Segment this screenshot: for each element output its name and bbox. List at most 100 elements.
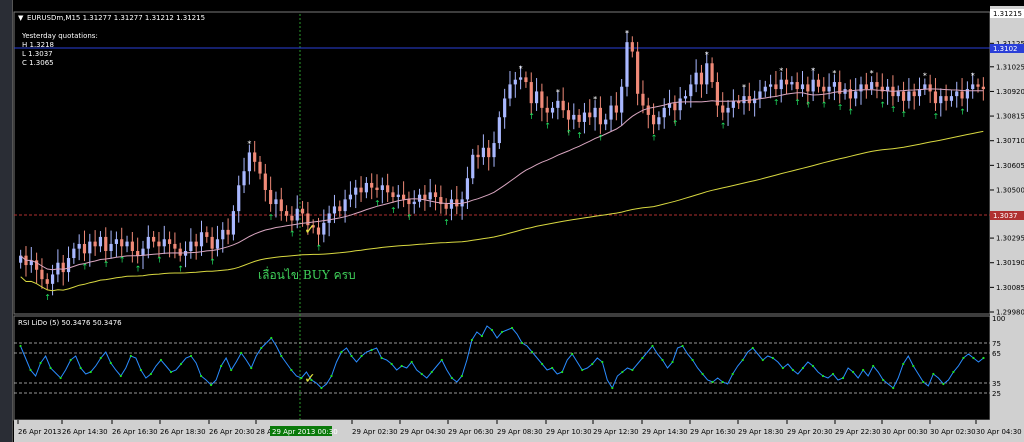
rsi-tick-label: 75 — [992, 340, 1001, 348]
rsi-point — [39, 361, 42, 365]
time-tick-label: 26 Apr 2013 — [18, 428, 61, 436]
candle-body — [152, 236, 156, 242]
up-arrow-icon: ↑ — [773, 98, 780, 107]
rsi-header: RSI LiDo (5) 50.3476 50.3476 — [18, 319, 122, 327]
candle-body — [662, 107, 666, 118]
candle-body — [582, 112, 587, 122]
rsi-point — [240, 351, 243, 355]
candle-body — [98, 236, 103, 247]
up-arrow-icon: ↑ — [44, 293, 51, 302]
rsi-point — [831, 372, 835, 376]
rsi-point — [149, 372, 153, 376]
rsi-point — [470, 338, 474, 342]
candle-body — [705, 63, 709, 85]
rsi-point — [902, 362, 905, 366]
candle-body — [402, 194, 406, 200]
up-arrow-icon: ↑ — [209, 258, 216, 267]
candle-body — [800, 84, 805, 90]
rsi-point — [490, 328, 494, 332]
rsi-point — [189, 354, 193, 358]
candle-body — [72, 248, 76, 259]
rsi-point — [551, 366, 554, 370]
up-arrow-icon: ↑ — [672, 119, 679, 128]
rsi-point — [952, 370, 955, 374]
star-marker: * — [811, 67, 815, 76]
price-tick-label: 1.30920 — [996, 88, 1024, 96]
rsi-point — [179, 362, 183, 366]
candle-body — [870, 82, 874, 90]
candle-body — [465, 178, 470, 200]
candle-body — [561, 100, 565, 111]
up-arrow-icon: ↑ — [156, 255, 163, 264]
candle-body — [300, 208, 305, 214]
star-marker: * — [705, 50, 709, 59]
rsi-point — [19, 344, 22, 348]
candle-body — [683, 96, 688, 99]
chart-header-arrow[interactable]: ▼ — [18, 14, 24, 22]
price-tick-label: 1.30295 — [996, 235, 1024, 243]
candle-body — [146, 236, 150, 249]
time-tick-label: 29 Apr 12:30 — [593, 428, 639, 436]
star-marker: * — [519, 64, 523, 73]
candle-body — [242, 171, 246, 186]
rsi-point — [500, 330, 504, 334]
candle-body — [944, 96, 948, 101]
rsi-point — [651, 344, 654, 348]
candle-body — [566, 110, 571, 120]
candle-body — [604, 119, 608, 125]
time-tick-label: 29 Apr 18:30 — [738, 428, 784, 436]
candle-body — [157, 241, 161, 247]
time-tick-label: 26 Apr 14:30 — [62, 428, 108, 436]
candle-body — [290, 215, 294, 221]
up-arrow-icon: ↑ — [135, 265, 142, 274]
rsi-point — [791, 368, 795, 372]
rsi-point — [591, 362, 594, 366]
candle-body — [247, 152, 251, 172]
rsi-point — [79, 366, 82, 370]
star-marker: * — [556, 88, 560, 97]
up-arrow-icon: ↑ — [576, 131, 583, 140]
up-arrow-icon: ↑ — [316, 244, 323, 253]
rsi-point — [380, 356, 383, 360]
blue-level-label: 1.3102 — [993, 45, 1018, 53]
price-plot-area — [13, 11, 991, 315]
candle-body — [710, 63, 714, 83]
candle-body — [540, 91, 544, 108]
rsi-point — [340, 350, 343, 354]
candle-body — [61, 262, 65, 273]
candle-body — [279, 199, 283, 212]
candle-body — [545, 107, 549, 113]
candle-body — [784, 79, 789, 85]
chart-canvas[interactable]: ↑ ↑ ↑ ↑ ↑ ↑ ↑ ↑ * ↑ ↑ ↑ ↑ ↑ ↑ ↑ * ↑ ↑ * ↑ ↑ * ↑ * ↑ ↑ * ↑ * ↑ * ↑ ↑ * ↑ * ↑ ↑ *… — [0, 0, 1024, 442]
candle-body — [960, 91, 964, 99]
candle-body — [625, 42, 629, 87]
time-tick-label: 29 Apr 14:30 — [642, 428, 688, 436]
rsi-point — [400, 364, 403, 368]
rsi-point — [571, 352, 574, 356]
rsi-point — [370, 348, 373, 352]
candle-body — [417, 194, 422, 202]
candle-body — [354, 187, 358, 195]
rsi-point — [922, 380, 925, 384]
up-arrow-icon: ↑ — [289, 229, 296, 238]
price-tick-label: 1.31025 — [996, 63, 1024, 71]
candle-body — [731, 100, 735, 108]
rsi-point — [982, 356, 985, 360]
candle-body — [907, 91, 911, 101]
up-arrow-icon: ↑ — [268, 213, 275, 222]
candle-body — [322, 222, 326, 235]
time-tick-label: 30 Apr 04:30 — [976, 428, 1022, 436]
rsi-point — [260, 346, 263, 350]
rsi-point — [280, 354, 283, 358]
up-arrow-icon: ↑ — [847, 107, 854, 116]
rsi-axis — [990, 316, 1024, 420]
candle-body — [173, 243, 177, 249]
up-arrow-icon: ↑ — [932, 112, 939, 121]
candle-body — [332, 206, 337, 214]
candle-body — [88, 241, 92, 254]
candle-body — [721, 105, 725, 113]
rsi-point — [821, 374, 825, 378]
candle-body — [641, 93, 645, 106]
candle-body — [93, 241, 97, 247]
candle-body — [534, 91, 539, 104]
